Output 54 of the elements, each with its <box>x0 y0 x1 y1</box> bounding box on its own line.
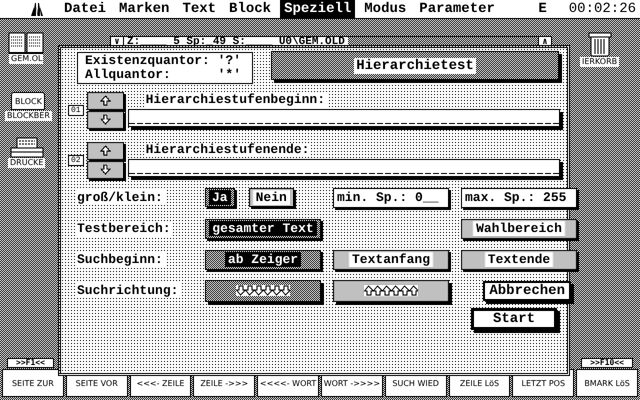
up-button[interactable] <box>86 92 124 110</box>
quantor-text: Allquantor: '*' <box>85 68 242 82</box>
option-label: groß/klein: <box>75 190 165 205</box>
menu-item[interactable]: Speziell <box>280 0 356 18</box>
option-button[interactable]: Nein <box>248 188 294 207</box>
key-range-label: >>F1<< <box>7 358 54 368</box>
field-label: Hierarchiestufenbeginn: <box>144 93 328 107</box>
icon-label[interactable]: DRUCKE <box>8 158 46 168</box>
input-field[interactable]: max. Sp.: 255 <box>461 188 577 208</box>
menu-item[interactable]: Parameter <box>415 0 499 18</box>
down-arrow-icon <box>100 114 111 125</box>
down-button[interactable] <box>86 160 124 178</box>
up-button[interactable] <box>86 142 124 160</box>
printer-icon <box>8 137 45 158</box>
up-arrow-icon <box>100 145 111 156</box>
trash-icon <box>588 32 612 57</box>
input-field[interactable] <box>128 159 560 177</box>
input-field[interactable]: min. Sp.: 0__ <box>333 188 449 208</box>
icon-label[interactable]: BLOCKBER <box>5 111 52 121</box>
input-field[interactable] <box>128 109 560 127</box>
clock: 00:02:26 <box>568 1 636 17</box>
option-button[interactable]: Textende <box>461 250 577 270</box>
field-label: Hierarchiestufenende: <box>144 143 312 157</box>
option-button[interactable]: Ja <box>205 188 235 207</box>
option-button[interactable]: ab Zeiger <box>205 250 321 270</box>
function-key[interactable]: SEITE ZUR <box>2 369 64 397</box>
dialog-title: Hierarchietest <box>354 58 476 74</box>
quantor-text: Existenzquantor: '?' <box>85 54 242 68</box>
icon-label[interactable]: GEM.OL <box>9 54 43 64</box>
option-label: Testbereich: <box>75 221 173 236</box>
level-number: 01 <box>68 104 84 116</box>
book-icon <box>8 32 44 54</box>
option-button[interactable]: Wahlbereich <box>461 218 577 238</box>
option-label: Suchrichtung: <box>75 283 180 298</box>
option-button[interactable]: Textanfang <box>333 250 449 270</box>
key-range-label: >>F10<< <box>581 358 633 368</box>
icon-label[interactable]: IERKORB <box>580 57 620 67</box>
down-button[interactable] <box>86 110 124 128</box>
level-number: 02 <box>68 154 84 166</box>
clipboard-icon[interactable]: BLOCK <box>11 92 46 110</box>
menu-item[interactable]: Marken <box>115 0 174 18</box>
option-button[interactable]: gesamter Text <box>205 218 321 238</box>
menu-item[interactable]: Text <box>178 0 220 18</box>
start-button[interactable]: Start <box>471 308 557 330</box>
up-arrow-icon <box>100 95 111 106</box>
menu-item[interactable]: Block <box>225 0 276 18</box>
down-arrow-icon <box>100 164 111 175</box>
up-arrows-icon <box>364 285 418 296</box>
down-arrows-icon <box>236 285 290 296</box>
function-key[interactable]: BMARK LöS <box>576 369 638 397</box>
menu-item[interactable]: Datei <box>60 0 110 18</box>
menu-item[interactable]: Modus <box>360 0 410 18</box>
option-label: Suchbeginn: <box>75 252 165 267</box>
mode-indicator: E <box>538 1 547 17</box>
